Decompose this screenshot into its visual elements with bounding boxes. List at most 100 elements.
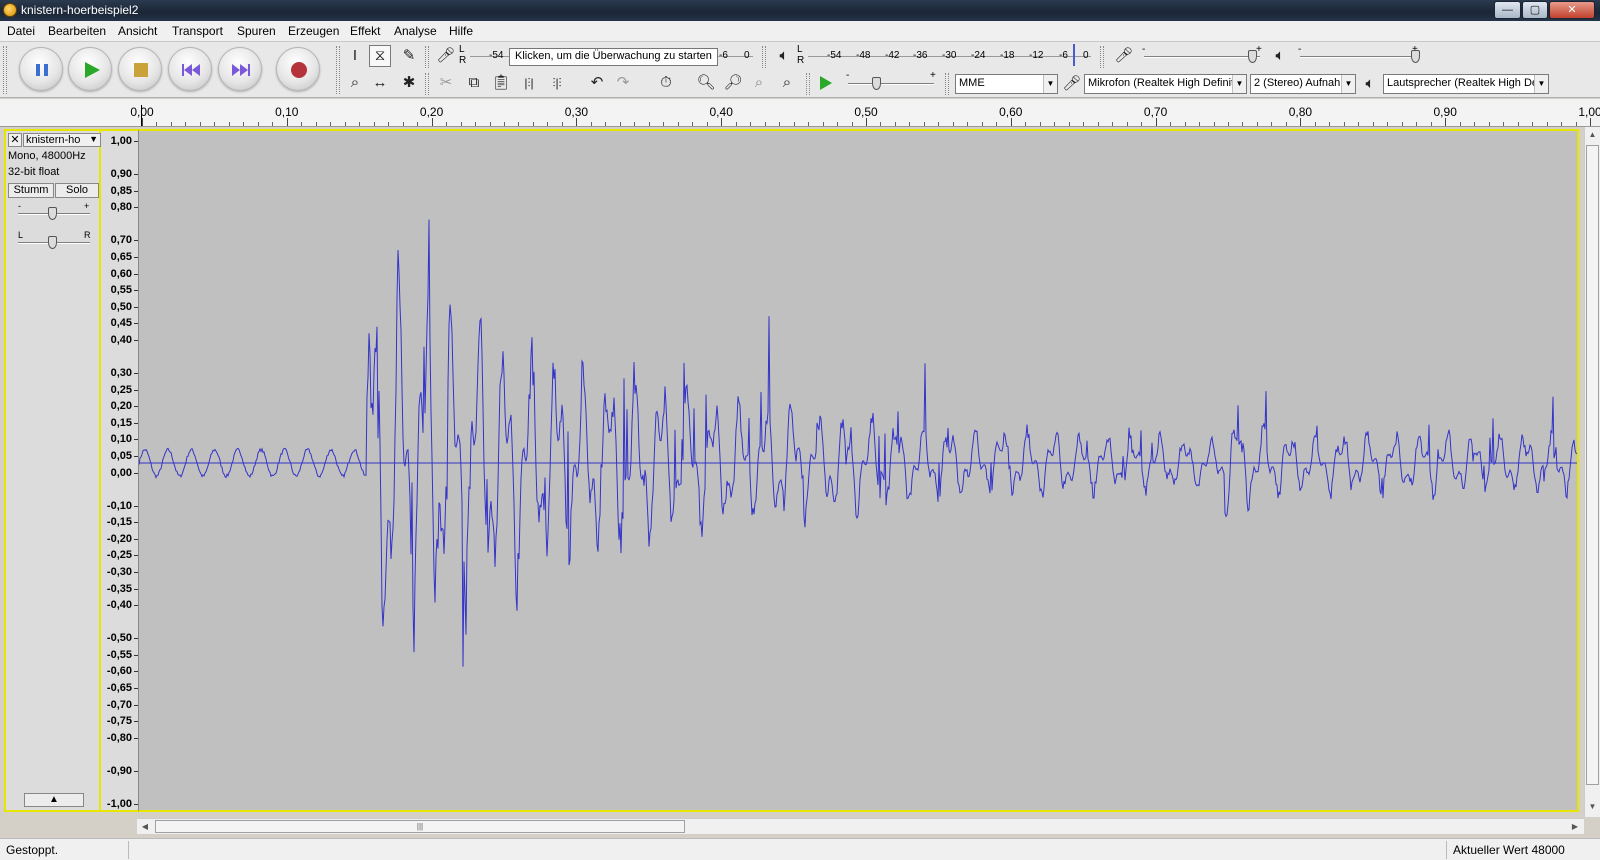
close-track-icon[interactable]: ✕ bbox=[8, 133, 22, 147]
vertical-scrollbar[interactable]: ▲ ▼ bbox=[1584, 127, 1600, 817]
speaker-meter-icon[interactable]: 🔈︎ bbox=[773, 45, 795, 67]
track-area: ✕ knistern-ho ▼ Mono, 48000Hz 32-bit flo… bbox=[0, 127, 1584, 817]
fit-selection-icon[interactable]: ⌕ bbox=[748, 72, 770, 94]
play-speed-thumb[interactable] bbox=[872, 77, 881, 90]
undo-icon[interactable]: ↶ bbox=[586, 72, 608, 94]
silence-icon[interactable]: ⫶|⫶ bbox=[546, 72, 568, 94]
stop-icon bbox=[134, 63, 148, 77]
copy-icon[interactable]: ⧉ bbox=[463, 72, 485, 94]
trim-icon[interactable]: |⫶| bbox=[518, 72, 540, 94]
collapse-track-button[interactable]: ▲ bbox=[24, 793, 84, 807]
horizontal-scrollbar[interactable]: ◀ ||| ▶ bbox=[137, 818, 1584, 834]
timeline-minor-tick bbox=[388, 122, 390, 126]
scroll-right-icon[interactable]: ▶ bbox=[1567, 819, 1583, 834]
multi-tool-icon[interactable]: ✱ bbox=[398, 72, 420, 94]
timeline-minor-tick bbox=[561, 122, 563, 126]
menu-effekt[interactable]: Effekt bbox=[350, 24, 380, 38]
amplitude-label: 0,85 bbox=[110, 184, 132, 197]
menu-hilfe[interactable]: Hilfe bbox=[449, 24, 473, 38]
toolbar-grip[interactable] bbox=[1100, 46, 1104, 68]
record-button[interactable] bbox=[276, 47, 320, 91]
skip-to-start-button[interactable] bbox=[168, 47, 212, 91]
zoom-out-icon[interactable]: 🔎︎ bbox=[722, 72, 744, 94]
input-volume-minus: - bbox=[1142, 44, 1146, 55]
timeline-minor-tick bbox=[590, 122, 592, 126]
close-window-button[interactable]: ✕ bbox=[1549, 1, 1595, 19]
menu-analyse[interactable]: Analyse bbox=[394, 24, 437, 38]
menu-erzeugen[interactable]: Erzeugen bbox=[288, 24, 339, 38]
track-format: Mono, 48000Hz bbox=[8, 150, 86, 162]
play-button[interactable] bbox=[68, 47, 112, 91]
scroll-down-icon[interactable]: ▼ bbox=[1585, 799, 1600, 815]
track-control-panel[interactable]: ✕ knistern-ho ▼ Mono, 48000Hz 32-bit flo… bbox=[4, 129, 101, 812]
cut-icon[interactable]: ✂ bbox=[435, 72, 457, 94]
audio-host-select[interactable]: MME ▼ bbox=[955, 74, 1058, 94]
output-volume-slider[interactable] bbox=[1300, 56, 1416, 58]
redo-icon[interactable]: ↷ bbox=[612, 72, 634, 94]
maximize-button[interactable]: ▢ bbox=[1522, 1, 1548, 19]
mute-button[interactable]: Stumm bbox=[8, 183, 54, 198]
selection-tool-icon[interactable]: I bbox=[344, 45, 366, 67]
sync-lock-icon[interactable]: ⏱︎ bbox=[655, 72, 677, 94]
zoom-in-icon[interactable]: 🔍︎ bbox=[695, 72, 717, 94]
amplitude-ruler[interactable]: 1,00 0,90 0,85 0,80 0,70 0,65 0,60 0,55 0,50 0,45… bbox=[101, 129, 139, 812]
timeline-minor-tick bbox=[837, 122, 839, 126]
envelope-tool-icon[interactable]: ⧖ bbox=[369, 45, 391, 67]
minimize-button[interactable]: — bbox=[1494, 1, 1521, 19]
amplitude-tick bbox=[134, 538, 138, 540]
toolbar-grip[interactable] bbox=[945, 73, 949, 95]
amplitude-tick bbox=[134, 522, 138, 524]
input-device-select[interactable]: Mikrofon (Realtek High Definit ▼ bbox=[1084, 74, 1247, 94]
input-volume-thumb[interactable] bbox=[1248, 50, 1257, 63]
toolbar-grip[interactable] bbox=[336, 46, 340, 94]
menu-bearbeiten[interactable]: Bearbeiten bbox=[48, 24, 106, 38]
audio-host-value: MME bbox=[959, 77, 985, 89]
stop-button[interactable] bbox=[118, 47, 162, 91]
toolbar-grip[interactable] bbox=[425, 73, 429, 95]
timeline-label: 0,80 bbox=[1288, 105, 1313, 119]
chevron-down-icon: ▼ bbox=[1232, 75, 1246, 93]
timeline-tick bbox=[721, 118, 723, 126]
fit-project-icon[interactable]: ⌕ bbox=[776, 72, 798, 94]
scroll-up-icon[interactable]: ▲ bbox=[1585, 127, 1600, 143]
amplitude-tick bbox=[134, 571, 138, 573]
amplitude-label: 0,40 bbox=[110, 333, 132, 346]
pan-thumb[interactable] bbox=[48, 236, 57, 249]
track-name-menu[interactable]: knistern-ho ▼ bbox=[23, 133, 101, 147]
toolbar-grip[interactable] bbox=[3, 46, 7, 94]
amplitude-tick bbox=[134, 687, 138, 689]
gain-thumb[interactable] bbox=[48, 207, 57, 220]
paste-icon[interactable]: 📋︎ bbox=[490, 72, 512, 94]
toolbar-grip[interactable] bbox=[762, 46, 766, 68]
timeline-minor-tick bbox=[634, 122, 636, 126]
pause-button[interactable] bbox=[19, 47, 63, 91]
play-at-speed-button[interactable] bbox=[814, 72, 836, 94]
output-volume-thumb[interactable] bbox=[1411, 50, 1420, 63]
menu-datei[interactable]: Datei bbox=[7, 24, 35, 38]
play-speed-slider[interactable] bbox=[848, 83, 934, 85]
menu-ansicht[interactable]: Ansicht bbox=[118, 24, 157, 38]
timeline-label: 0,60 bbox=[999, 105, 1023, 119]
toolbar-grip[interactable] bbox=[425, 46, 429, 68]
channels-select[interactable]: 2 (Stereo) Aufnah ▼ bbox=[1250, 74, 1356, 94]
skip-to-end-button[interactable] bbox=[218, 47, 262, 91]
output-device-select[interactable]: Lautsprecher (Realtek High De ▼ bbox=[1383, 74, 1549, 94]
draw-tool-icon[interactable]: ✎ bbox=[398, 45, 420, 67]
amplitude-tick bbox=[134, 605, 138, 607]
scroll-left-icon[interactable]: ◀ bbox=[137, 819, 153, 834]
amplitude-label: 0,70 bbox=[110, 234, 132, 247]
waveform-display[interactable] bbox=[139, 129, 1579, 812]
horizontal-scroll-thumb[interactable]: ||| bbox=[155, 820, 685, 833]
zoom-tool-icon[interactable]: ⌕ bbox=[344, 72, 366, 94]
menu-transport[interactable]: Transport bbox=[172, 24, 223, 38]
toolbar-grip[interactable] bbox=[806, 73, 810, 95]
timeline-minor-tick bbox=[417, 122, 419, 126]
input-volume-slider[interactable] bbox=[1144, 56, 1260, 58]
menu-spuren[interactable]: Spuren bbox=[237, 24, 276, 38]
vertical-scroll-thumb[interactable] bbox=[1586, 145, 1599, 785]
timeshift-tool-icon[interactable]: ↔ bbox=[369, 72, 391, 94]
microphone-meter-icon[interactable]: 🎤︎ bbox=[435, 45, 457, 67]
solo-button[interactable]: Solo bbox=[55, 183, 99, 198]
playhead-marker[interactable] bbox=[141, 105, 142, 126]
timeline-ruler[interactable]: 0,00 0,10 0,20 0,30 0,40 0,50 0,60 0,70 0,80 0,90… bbox=[0, 99, 1600, 127]
